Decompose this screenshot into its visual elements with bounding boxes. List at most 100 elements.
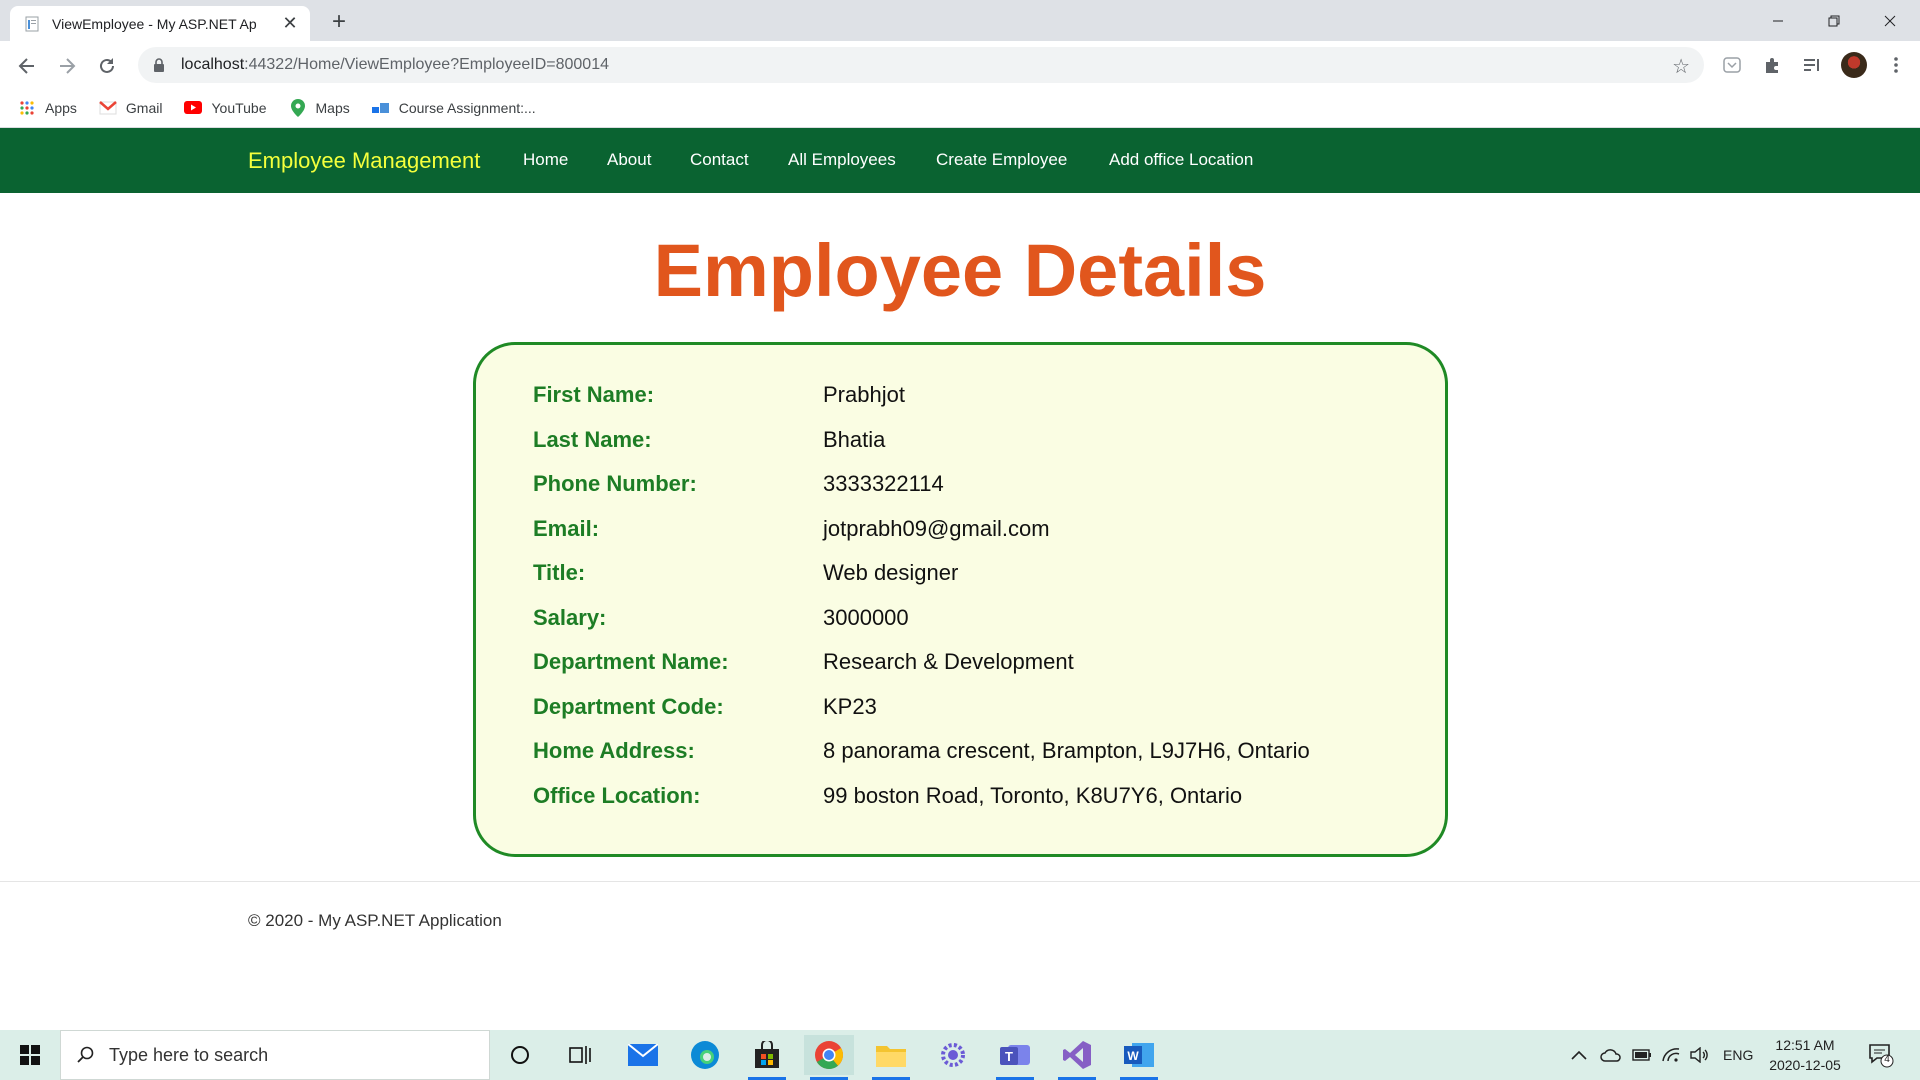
field-value: jotprabh09@gmail.com: [823, 516, 1050, 541]
svg-text:T: T: [1005, 1049, 1013, 1064]
field-value: Bhatia: [823, 427, 886, 452]
windows-taskbar: Type here to search T W ENG 12:51 AM 202…: [0, 1030, 1920, 1080]
bookmarks-bar: Apps Gmail YouTube Maps Course Assignmen…: [0, 88, 1920, 128]
clock-time: 12:51 AM: [1775, 1037, 1835, 1053]
field-row-department-name: Department Name: Research & Development: [533, 647, 1074, 677]
restore-button[interactable]: [1806, 0, 1862, 41]
field-label: First Name:: [533, 382, 655, 407]
field-row-home-address: Home Address: 8 panorama crescent, Bramp…: [533, 736, 1310, 766]
show-hidden-icons-chevron-icon[interactable]: [1571, 1030, 1587, 1080]
forward-button[interactable]: [51, 50, 83, 82]
chrome-icon[interactable]: [804, 1035, 854, 1080]
field-label: Email:: [533, 516, 600, 541]
pocket-extension-icon[interactable]: [1720, 53, 1744, 77]
onedrive-cloud-icon[interactable]: [1600, 1030, 1622, 1080]
field-row-department-code: Department Code: KP23: [533, 692, 877, 722]
bookmark-youtube[interactable]: YouTube: [184, 99, 267, 117]
lock-icon: [154, 58, 164, 72]
field-value: KP23: [823, 694, 877, 719]
maps-icon: [289, 98, 307, 117]
url-path: :44322/Home/ViewEmployee?EmployeeID=8000…: [244, 56, 609, 73]
bookmark-label: Maps: [315, 99, 350, 116]
field-label: Title:: [533, 560, 586, 585]
field-row-last-name: Last Name: Bhatia: [533, 425, 885, 455]
field-row-title: Title: Web designer: [533, 558, 958, 588]
reading-list-icon[interactable]: [1800, 53, 1824, 77]
bookmark-maps[interactable]: Maps: [289, 98, 350, 117]
notification-count: 4: [1884, 1054, 1890, 1065]
field-row-phone-number: Phone Number: 3333322114: [533, 469, 944, 499]
field-label: Department Code:: [533, 694, 724, 719]
mail-icon[interactable]: [618, 1035, 668, 1075]
field-row-first-name: First Name: Prabhjot: [533, 380, 905, 410]
clock-date: 2020-12-05: [1769, 1057, 1841, 1073]
address-bar[interactable]: localhost:44322/Home/ViewEmployee?Employ…: [138, 47, 1704, 83]
visual-studio-icon[interactable]: [1052, 1035, 1102, 1080]
profile-avatar[interactable]: [1841, 52, 1867, 78]
cortana-icon[interactable]: [495, 1035, 545, 1075]
bookmark-star-icon[interactable]: ☆: [1672, 54, 1690, 79]
close-tab-icon[interactable]: ✕: [280, 13, 300, 34]
file-explorer-icon[interactable]: [866, 1035, 916, 1080]
language-indicator[interactable]: ENG: [1723, 1030, 1753, 1080]
edge-browser-icon[interactable]: [680, 1035, 730, 1075]
browser-toolbar: localhost:44322/Home/ViewEmployee?Employ…: [0, 41, 1920, 88]
field-label: Phone Number:: [533, 471, 697, 496]
page-title: Employee Details: [653, 229, 1267, 312]
url-host: localhost: [181, 56, 245, 73]
back-button[interactable]: [11, 50, 43, 82]
teams-icon[interactable]: T: [990, 1035, 1040, 1080]
field-value: Research & Development: [823, 649, 1074, 674]
windows-logo-icon: [20, 1045, 40, 1065]
close-window-button[interactable]: [1862, 0, 1918, 41]
browser-tab[interactable]: ViewEmployee - My ASP.NET Ap ✕: [10, 6, 310, 41]
field-row-email: Email: jotprabh09@gmail.com: [533, 514, 1050, 544]
field-row-office-location: Office Location: 99 boston Road, Toronto…: [533, 781, 1242, 811]
bookmark-course-assignment[interactable]: Course Assignment:...: [371, 99, 536, 117]
reload-button[interactable]: [91, 50, 123, 82]
word-icon[interactable]: W: [1114, 1035, 1164, 1080]
reload-icon: [100, 58, 114, 73]
nav-about[interactable]: About: [607, 150, 651, 170]
field-value: 8 panorama crescent, Brampton, L9J7H6, O…: [823, 738, 1310, 763]
tab-title: ViewEmployee - My ASP.NET Ap: [52, 15, 257, 32]
volume-icon[interactable]: [1690, 1030, 1710, 1080]
field-label: Home Address:: [533, 738, 695, 763]
search-placeholder: Type here to search: [109, 1044, 269, 1065]
puzzle-extensions-icon[interactable]: [1760, 53, 1784, 77]
field-row-salary: Salary: 3000000: [533, 603, 909, 633]
gmail-icon: [99, 99, 117, 117]
new-tab-button[interactable]: +: [325, 8, 353, 36]
minimize-icon: [1773, 20, 1783, 21]
tab-strip: ViewEmployee - My ASP.NET Ap ✕ +: [0, 0, 1920, 41]
action-center-button[interactable]: 4: [1868, 1042, 1894, 1068]
page-favicon-icon: [25, 16, 39, 31]
brand-link[interactable]: Employee Management: [248, 148, 480, 174]
start-button[interactable]: [0, 1030, 60, 1080]
minimize-button[interactable]: [1750, 0, 1806, 41]
battery-icon[interactable]: [1632, 1030, 1652, 1080]
footer-copyright: © 2020 - My ASP.NET Application: [248, 911, 502, 930]
bookmark-gmail[interactable]: Gmail: [99, 99, 163, 117]
nav-home[interactable]: Home: [523, 150, 568, 170]
task-view-icon[interactable]: [555, 1035, 605, 1075]
bookmark-apps[interactable]: Apps: [18, 99, 77, 117]
wifi-icon[interactable]: [1661, 1030, 1681, 1080]
bookmark-label: Apps: [45, 99, 77, 116]
youtube-icon: [184, 99, 203, 117]
nav-all-employees[interactable]: All Employees: [788, 150, 896, 170]
bookmark-label: Course Assignment:...: [398, 99, 536, 116]
field-label: Last Name:: [533, 427, 652, 452]
field-label: Office Location:: [533, 783, 701, 808]
nav-add-office-location[interactable]: Add office Location: [1109, 150, 1253, 170]
field-value: Web designer: [823, 560, 959, 585]
nav-contact[interactable]: Contact: [690, 150, 749, 170]
store-icon[interactable]: [742, 1035, 792, 1080]
taskbar-search-input[interactable]: Type here to search: [60, 1030, 490, 1080]
more-menu-icon[interactable]: [1884, 53, 1908, 77]
nav-create-employee[interactable]: Create Employee: [936, 150, 1067, 170]
settings-gear-icon[interactable]: [928, 1035, 978, 1075]
bookmark-label: Gmail: [125, 99, 163, 116]
bookmark-label: YouTube: [211, 99, 267, 116]
system-clock[interactable]: 12:51 AM 2020-12-05: [1760, 1035, 1850, 1075]
